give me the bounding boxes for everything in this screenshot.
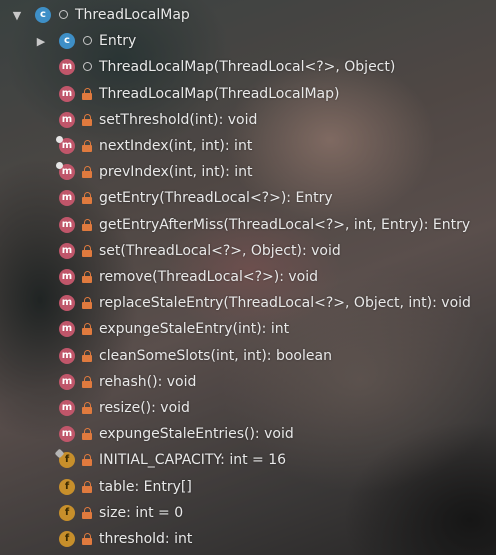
class-icon: c: [59, 33, 75, 50]
tree-node-method-getentry[interactable]: m getEntry(ThreadLocal<?>): Entry: [0, 185, 496, 211]
tree-node-label: getEntryAfterMiss(ThreadLocal<?>, int, E…: [99, 216, 471, 233]
tree-node-label: expungeStaleEntry(int): int: [99, 321, 290, 338]
tree-node-method-getentryaftermiss[interactable]: m getEntryAfterMiss(ThreadLocal<?>, int, …: [0, 212, 496, 238]
field-icon: f: [54, 448, 75, 469]
private-lock-icon: [82, 402, 93, 414]
method-icon: m: [59, 400, 75, 416]
tree-node-label: ThreadLocalMap(ThreadLocalMap): [99, 85, 340, 102]
method-icon: m: [59, 190, 75, 207]
tree-node-method-remove[interactable]: m remove(ThreadLocal<?>): void: [0, 264, 496, 290]
tree-node-label: Entry: [99, 33, 137, 50]
private-lock-icon: [82, 349, 93, 362]
tree-node-class-entry[interactable]: ▶ c Entry: [0, 28, 496, 54]
tree-node-method-expungestaleentries[interactable]: m expungeStaleEntries(): void: [0, 421, 496, 447]
package-private-icon: [83, 36, 92, 46]
tree-node-label: ThreadLocalMap: [75, 7, 190, 23]
tree-node-field-size[interactable]: f size: int = 0: [0, 500, 496, 526]
private-lock-icon: [82, 244, 93, 257]
private-lock-icon: [82, 218, 93, 231]
tree-node-label: rehash(): void: [99, 373, 197, 390]
method-icon: m: [56, 136, 75, 154]
tree-node-method-threadlocalmap[interactable]: m ThreadLocalMap(ThreadLocalMap): [0, 81, 496, 107]
tree-node-field-table[interactable]: f table: Entry[]: [0, 474, 496, 500]
tree-node-method-resize[interactable]: m resize(): void: [0, 395, 496, 421]
tree-node-method-replacestaleentry[interactable]: m replaceStaleEntry(ThreadLocal<?>, Objec…: [0, 290, 496, 316]
field-icon: f: [59, 478, 75, 495]
class-icon: c: [35, 7, 51, 23]
package-private-icon: [83, 62, 92, 72]
tree-node-label: cleanSomeSlots(int, int): boolean: [99, 347, 332, 364]
private-lock-icon: [82, 506, 93, 519]
tree-node-class-threadlocalmap[interactable]: ▼ c ThreadLocalMap: [0, 2, 496, 28]
static-modifier-icon: [56, 162, 63, 170]
tree-node-label: expungeStaleEntries(): void: [99, 426, 294, 443]
tree-node-method-expungestaleentry[interactable]: m expungeStaleEntry(int): int: [0, 316, 496, 342]
tree-node-label: nextIndex(int, int): int: [99, 138, 253, 154]
tree-node-label: replaceStaleEntry(ThreadLocal<?>, Object…: [99, 295, 471, 312]
tree-node-label: setThreshold(int): void: [99, 111, 258, 128]
expand-arrow-icon[interactable]: ▼: [11, 9, 23, 21]
structure-tree: ▼ c ThreadLocalMap ▶ c Entry m ThreadLocalMap(T…: [0, 0, 496, 555]
package-private-icon: [59, 10, 68, 19]
tree-node-field-initial-capacity[interactable]: f INITIAL_CAPACITY: int = 16: [0, 447, 496, 473]
method-icon: m: [59, 111, 75, 128]
tree-node-label: size: int = 0: [99, 504, 184, 521]
private-lock-icon: [82, 480, 93, 493]
tree-node-method-rehash[interactable]: m rehash(): void: [0, 369, 496, 395]
private-lock-icon: [82, 87, 93, 100]
private-lock-icon: [82, 166, 93, 179]
private-lock-icon: [82, 113, 93, 126]
tree-node-label: table: Entry[]: [99, 478, 192, 495]
collapse-arrow-icon[interactable]: ▶: [35, 35, 47, 47]
tree-node-label: getEntry(ThreadLocal<?>): Entry: [99, 190, 333, 207]
method-icon: m: [59, 373, 75, 390]
tree-node-method-cleansomeslots[interactable]: m cleanSomeSlots(int, int): boolean: [0, 343, 496, 369]
private-lock-icon: [82, 454, 93, 467]
method-icon: m: [59, 295, 75, 312]
method-icon: m: [59, 347, 75, 364]
tree-node-label: resize(): void: [99, 400, 190, 416]
field-icon: f: [59, 504, 75, 521]
private-lock-icon: [82, 323, 93, 336]
private-lock-icon: [82, 428, 93, 441]
private-lock-icon: [82, 375, 93, 388]
method-icon: m: [59, 269, 75, 285]
tree-node-label: INITIAL_CAPACITY: int = 16: [99, 452, 287, 469]
tree-node-method-nextindex[interactable]: m nextIndex(int, int): int: [0, 133, 496, 159]
private-lock-icon: [82, 533, 93, 545]
tree-node-field-threshold[interactable]: f threshold: int: [0, 526, 496, 552]
field-icon: f: [59, 531, 75, 547]
private-lock-icon: [82, 140, 93, 152]
static-modifier-icon: [56, 136, 63, 143]
tree-node-method-setthreshold[interactable]: m setThreshold(int): void: [0, 107, 496, 133]
tree-node-method-set[interactable]: m set(ThreadLocal<?>, Object): void: [0, 238, 496, 264]
tree-node-label: ThreadLocalMap(ThreadLocal<?>, Object): [99, 59, 396, 76]
tree-node-label: set(ThreadLocal<?>, Object): void: [99, 242, 341, 259]
method-icon: m: [59, 321, 75, 338]
private-lock-icon: [82, 297, 93, 310]
method-icon: m: [56, 162, 75, 181]
final-modifier-icon: [54, 448, 65, 459]
tree-node-method-previndex[interactable]: m prevIndex(int, int): int: [0, 159, 496, 185]
method-icon: m: [59, 85, 75, 102]
method-icon: m: [59, 242, 75, 259]
method-icon: m: [59, 426, 75, 443]
tree-node-label: threshold: int: [99, 531, 193, 547]
method-icon: m: [59, 59, 75, 76]
private-lock-icon: [82, 271, 93, 283]
tree-node-label: prevIndex(int, int): int: [99, 164, 253, 181]
method-icon: m: [59, 216, 75, 233]
tree-node-label: remove(ThreadLocal<?>): void: [99, 269, 319, 285]
tree-node-method-threadlocalmap[interactable]: m ThreadLocalMap(ThreadLocal<?>, Object): [0, 54, 496, 80]
private-lock-icon: [82, 192, 93, 205]
